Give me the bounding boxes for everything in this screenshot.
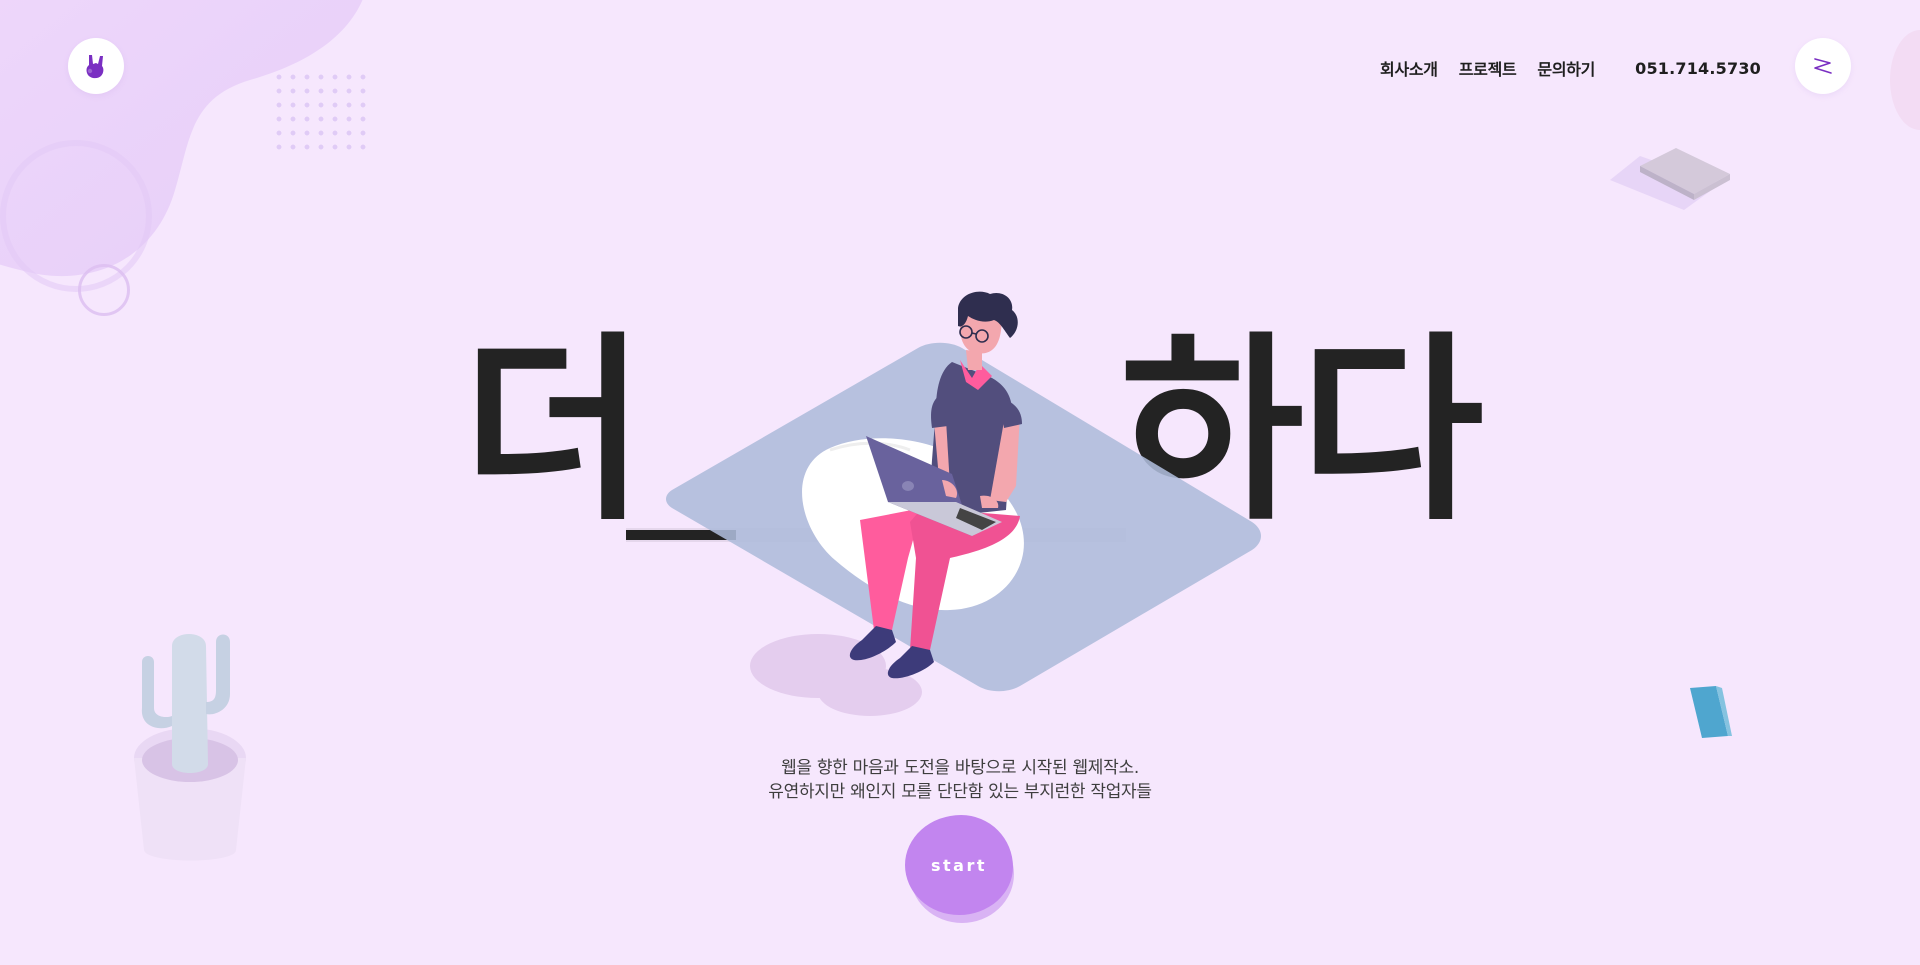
tagline-line-1: 웹을 향한 마음과 도전을 바탕으로 시작된 웹제작소. xyxy=(781,758,1139,778)
tagline-line-2: 유연하지만 왜인지 모를 단단함 있는 부지런한 작업자들 xyxy=(768,782,1152,802)
logo-button[interactable] xyxy=(68,38,124,94)
nav-item-contact[interactable]: 문의하기 xyxy=(1537,56,1595,80)
zigzag-menu-icon xyxy=(1814,58,1832,74)
nav-item-about[interactable]: 회사소개 xyxy=(1380,56,1438,80)
decor-blob-top-right xyxy=(1890,30,1920,130)
menu-button[interactable] xyxy=(1795,38,1851,94)
decor-ring-large xyxy=(0,140,152,292)
phone-number-link[interactable]: 051.714.5730 xyxy=(1635,59,1761,78)
blue-block-decoration xyxy=(1690,686,1732,738)
decor-ring-small xyxy=(78,264,130,316)
start-button[interactable]: start xyxy=(905,815,1013,915)
book-decoration xyxy=(1610,148,1730,210)
decor-dot-grid xyxy=(272,70,368,156)
tagline: 웹을 향한 마음과 도전을 바탕으로 시작된 웹제작소. 유연하지만 왜인지 모… xyxy=(560,756,1360,804)
rock-hand-icon xyxy=(86,55,104,79)
cactus-decoration xyxy=(134,634,246,861)
man-with-laptop-illustration xyxy=(666,291,1261,716)
nav-item-projects[interactable]: 프로젝트 xyxy=(1459,56,1517,80)
hero-word-left: 더 xyxy=(462,315,646,548)
main-nav: 회사소개 프로젝트 문의하기 051.714.5730 xyxy=(1380,56,1761,80)
start-button-wrap: start xyxy=(902,813,1016,923)
